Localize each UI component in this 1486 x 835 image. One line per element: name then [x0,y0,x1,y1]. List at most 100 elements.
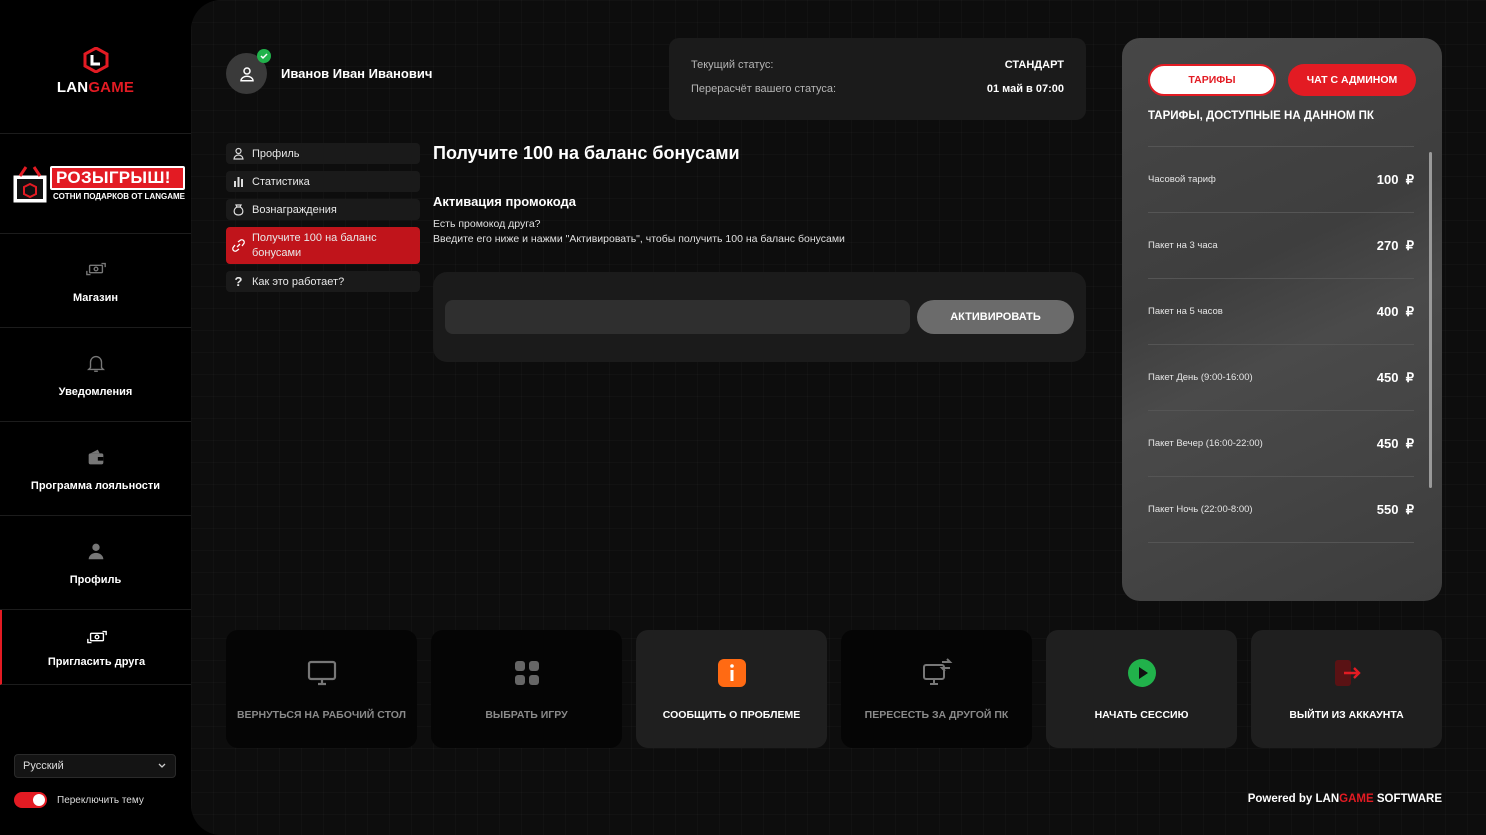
status-card: Текущий статус: СТАНДАРТ Перерасчёт ваше… [669,38,1086,120]
menu-item-label: Как это работает? [252,275,345,288]
status-recalc-label: Перерасчёт вашего статуса: [691,83,837,95]
back-to-desktop-button[interactable]: ВЕРНУТЬСЯ НА РАБОЧИЙ СТОЛ [226,630,417,748]
tariff-price: 450 ₽ [1376,369,1414,385]
main-panel: Иванов Иван Иванович Текущий статус: СТА… [191,0,1486,835]
choose-game-button[interactable]: ВЫБРАТЬ ИГРУ [431,630,622,748]
sidebar-item-profile[interactable]: Профиль [0,516,191,610]
menu-item-label: Получите 100 на баланс бонусами [252,231,377,259]
question-icon: ? [234,274,243,289]
page-title: Получите 100 на баланс бонусами [433,143,740,163]
sidebar-item-loyalty[interactable]: Программа лояльности [0,422,191,516]
logo[interactable]: LANGAME [0,0,191,134]
avatar[interactable] [226,49,271,94]
tariffs-scrollbar[interactable] [1429,152,1432,488]
action-label: ВЕРНУТЬСЯ НА РАБОЧИЙ СТОЛ [236,709,407,721]
tariffs-heading: ТАРИФЫ, ДОСТУПНЫЕ НА ДАННОМ ПК [1148,110,1374,122]
sidebar-item-shop[interactable]: Магазин [0,234,191,328]
menu-item-label: Профиль [252,147,300,160]
action-label: ВЫЙТИ ИЗ АККАУНТА [1289,709,1404,721]
logout-button[interactable]: ВЫЙТИ ИЗ АККАУНТА [1251,630,1442,748]
chat-with-admin-button[interactable]: ЧАТ С АДМИНОМ [1288,64,1416,96]
profile-menu-how-it-works[interactable]: ? Как это работает? [226,271,420,292]
bar-chart-icon [234,177,243,187]
tariff-name: Часовой тариф [1148,174,1216,185]
grid-icon [514,661,539,685]
theme-toggle[interactable] [14,792,47,808]
action-label: ПЕРЕСЕСТЬ ЗА ДРУГОЙ ПК [864,709,1009,721]
profile-menu-rewards[interactable]: Вознаграждения [226,199,420,220]
cash-exchange-icon [85,262,106,275]
wallet-icon [88,449,103,464]
switch-pc-button[interactable]: ПЕРЕСЕСТЬ ЗА ДРУГОЙ ПК [841,630,1032,748]
tariff-row[interactable]: Пакет Ночь (22:00-8:00) 550 ₽ [1148,477,1414,543]
activate-button[interactable]: АКТИВИРОВАТЬ [917,300,1074,334]
link-icon [232,239,245,252]
user-icon [239,66,254,81]
language-value: Русский [23,760,64,772]
promo-question: Есть промокод друга? [433,218,541,230]
tariff-price: 450 ₽ [1376,435,1414,451]
tariff-row[interactable]: Пакет Вечер (16:00-22:00) 450 ₽ [1148,411,1414,477]
user-name: Иванов Иван Иванович [281,66,433,81]
tariff-row[interactable]: Пакет на 5 часов 400 ₽ [1148,279,1414,345]
promo-section-title: Активация промокода [433,194,577,209]
cash-exchange-icon [86,630,107,644]
bell-icon [86,355,105,372]
tariffs-panel: ТАРИФЫ ЧАТ С АДМИНОМ ТАРИФЫ, ДОСТУПНЫЕ Н… [1122,38,1442,601]
language-select[interactable]: Русский [14,754,176,778]
promo-code-box: АКТИВИРОВАТЬ [433,272,1086,362]
giveaway-subtitle: СОТНИ ПОДАРКОВ ОТ LANGAME [53,192,185,201]
tariff-name: Пакет Ночь (22:00-8:00) [1148,504,1253,515]
tariff-price: 270 ₽ [1376,237,1414,253]
tab-tariffs[interactable]: ТАРИФЫ [1148,64,1276,96]
tariff-list: Часовой тариф 100 ₽ Пакет на 3 часа 270 … [1148,146,1414,543]
gift-icon [13,165,47,202]
user-icon [88,543,103,559]
giveaway-banner[interactable]: РОЗЫГРЫШ! СОТНИ ПОДАРКОВ ОТ LANGAME [0,134,191,234]
bonus-content: Получите 100 на баланс бонусами Активаци… [433,143,1086,362]
logout-icon [1334,660,1361,686]
menu-item-label: Вознаграждения [252,203,337,216]
giveaway-title: РОЗЫГРЫШ! [50,166,185,190]
monitor-switch-icon [922,658,952,685]
sidebar-item-label: Профиль [69,573,122,586]
tariff-row[interactable]: Пакет День (9:00-16:00) 450 ₽ [1148,345,1414,411]
report-problem-button[interactable]: СООБЩИТЬ О ПРОБЛЕМЕ [636,630,827,748]
sidebar: LANGAME РОЗЫГРЫШ! СОТНИ ПОДАРКОВ ОТ LANG… [0,0,191,835]
action-label: НАЧАТЬ СЕССИЮ [1094,709,1189,721]
sidebar-item-label: Пригласить друга [47,656,146,668]
profile-menu-profile[interactable]: Профиль [226,143,420,164]
logo-text: LANGAME [56,79,135,96]
user-header: Иванов Иван Иванович [226,49,433,94]
action-bar: ВЕРНУТЬСЯ НА РАБОЧИЙ СТОЛ ВЫБРАТЬ ИГРУ С… [226,630,1442,748]
tariff-price: 100 ₽ [1376,171,1414,187]
tariff-name: Пакет День (9:00-16:00) [1148,372,1253,383]
menu-item-label: Статистика [252,175,310,188]
tariff-name: Пакет на 3 часа [1148,240,1218,251]
tariff-price: 550 ₽ [1376,501,1414,517]
info-icon [717,659,746,687]
theme-toggle-label: Переключить тему [57,794,144,806]
verified-badge [257,49,271,63]
tariff-price: 400 ₽ [1376,303,1414,319]
user-icon [233,147,244,160]
action-label: СООБЩИТЬ О ПРОБЛЕМЕ [662,709,801,721]
profile-menu-get-bonus[interactable]: Получите 100 на баланс бонусами [226,227,420,264]
monitor-icon [307,660,336,686]
start-session-button[interactable]: НАЧАТЬ СЕССИЮ [1046,630,1237,748]
current-status-label: Текущий статус: [691,59,774,71]
check-icon [260,53,268,60]
langame-logo-icon [83,47,108,73]
play-icon [1127,659,1156,687]
reward-bag-icon [233,204,244,216]
action-label: ВЫБРАТЬ ИГРУ [485,709,568,721]
tariff-row[interactable]: Пакет на 3 часа 270 ₽ [1148,213,1414,279]
sidebar-item-notifications[interactable]: Уведомления [0,328,191,422]
status-recalc-value: 01 май в 07:00 [986,83,1064,95]
profile-menu-statistics[interactable]: Статистика [226,171,420,192]
promo-code-input[interactable] [445,300,910,334]
tariff-name: Пакет Вечер (16:00-22:00) [1148,438,1263,449]
sidebar-item-invite-friend[interactable]: Пригласить друга [0,610,191,685]
promo-instructions: Введите его ниже и нажми "Активировать",… [433,233,845,245]
tariff-row[interactable]: Часовой тариф 100 ₽ [1148,147,1414,213]
